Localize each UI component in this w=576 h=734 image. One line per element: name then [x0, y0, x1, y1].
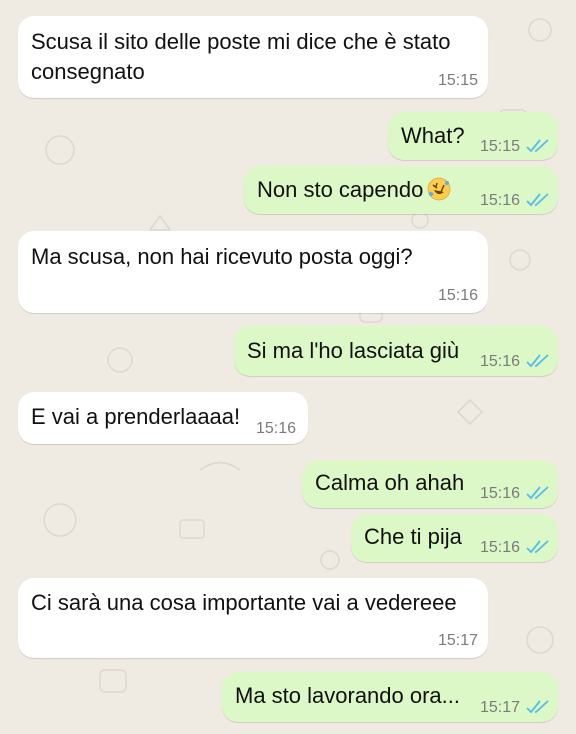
message-bubble-outgoing[interactable]: Non sto capendo 15:16: [244, 166, 558, 214]
message-time: 15:17: [480, 699, 521, 716]
message-text: E vai a prenderlaaaa!: [31, 404, 241, 429]
read-receipt-icon: [526, 540, 549, 554]
message-bubble-outgoing[interactable]: Che ti pija 15:16: [351, 514, 558, 562]
message-text: Calma oh ahah: [315, 470, 465, 495]
message-time: 15:16: [480, 485, 521, 502]
message-text: consegnato: [31, 59, 145, 84]
message-bubble-outgoing[interactable]: What? 15:15: [388, 112, 558, 160]
message-time: 15:16: [480, 192, 521, 209]
message-text: Ma sto lavorando ora...: [235, 683, 461, 708]
message-time: 15:16: [480, 539, 521, 556]
message-time: 15:16: [480, 353, 521, 370]
message-time: 15:15: [437, 72, 478, 89]
message-bubble-incoming[interactable]: E vai a prenderlaaaa! 15:16: [18, 392, 308, 444]
read-receipt-icon: [526, 486, 549, 500]
message-text: Ma scusa, non hai ricevuto posta oggi?: [31, 244, 413, 269]
message-time: 15:16: [256, 420, 297, 437]
message-bubble-incoming[interactable]: Ci sarà una cosa importante vai a vedere…: [18, 578, 488, 658]
message-time: 15:15: [480, 138, 521, 155]
message-time: 15:16: [437, 287, 478, 304]
message-text: Si ma l'ho lasciata giù: [247, 338, 460, 363]
message-bubble-outgoing[interactable]: Calma oh ahah 15:16: [302, 460, 558, 508]
message-text: Che ti pija: [364, 524, 462, 549]
message-text: Non sto capendo: [257, 174, 451, 205]
message-bubble-incoming[interactable]: Scusa il sito delle poste mi dice che è …: [18, 16, 488, 98]
message-text: Scusa il sito delle poste mi dice che è …: [31, 29, 451, 54]
message-text: What?: [401, 123, 465, 148]
read-receipt-icon: [526, 700, 549, 714]
read-receipt-icon: [526, 139, 549, 153]
message-bubble-outgoing[interactable]: Ma sto lavorando ora... 15:17: [222, 672, 558, 722]
message-text: Ci sarà una cosa importante vai a vedere…: [31, 590, 457, 615]
message-bubble-outgoing[interactable]: Si ma l'ho lasciata giù 15:16: [234, 326, 558, 376]
message-text-content: Non sto capendo: [257, 177, 424, 202]
read-receipt-icon: [526, 354, 549, 368]
message-bubble-incoming[interactable]: Ma scusa, non hai ricevuto posta oggi? 1…: [18, 231, 488, 313]
message-time: 15:17: [437, 632, 478, 649]
rolling-on-the-floor-laughing-emoji: [427, 177, 451, 201]
read-receipt-icon: [526, 193, 549, 207]
